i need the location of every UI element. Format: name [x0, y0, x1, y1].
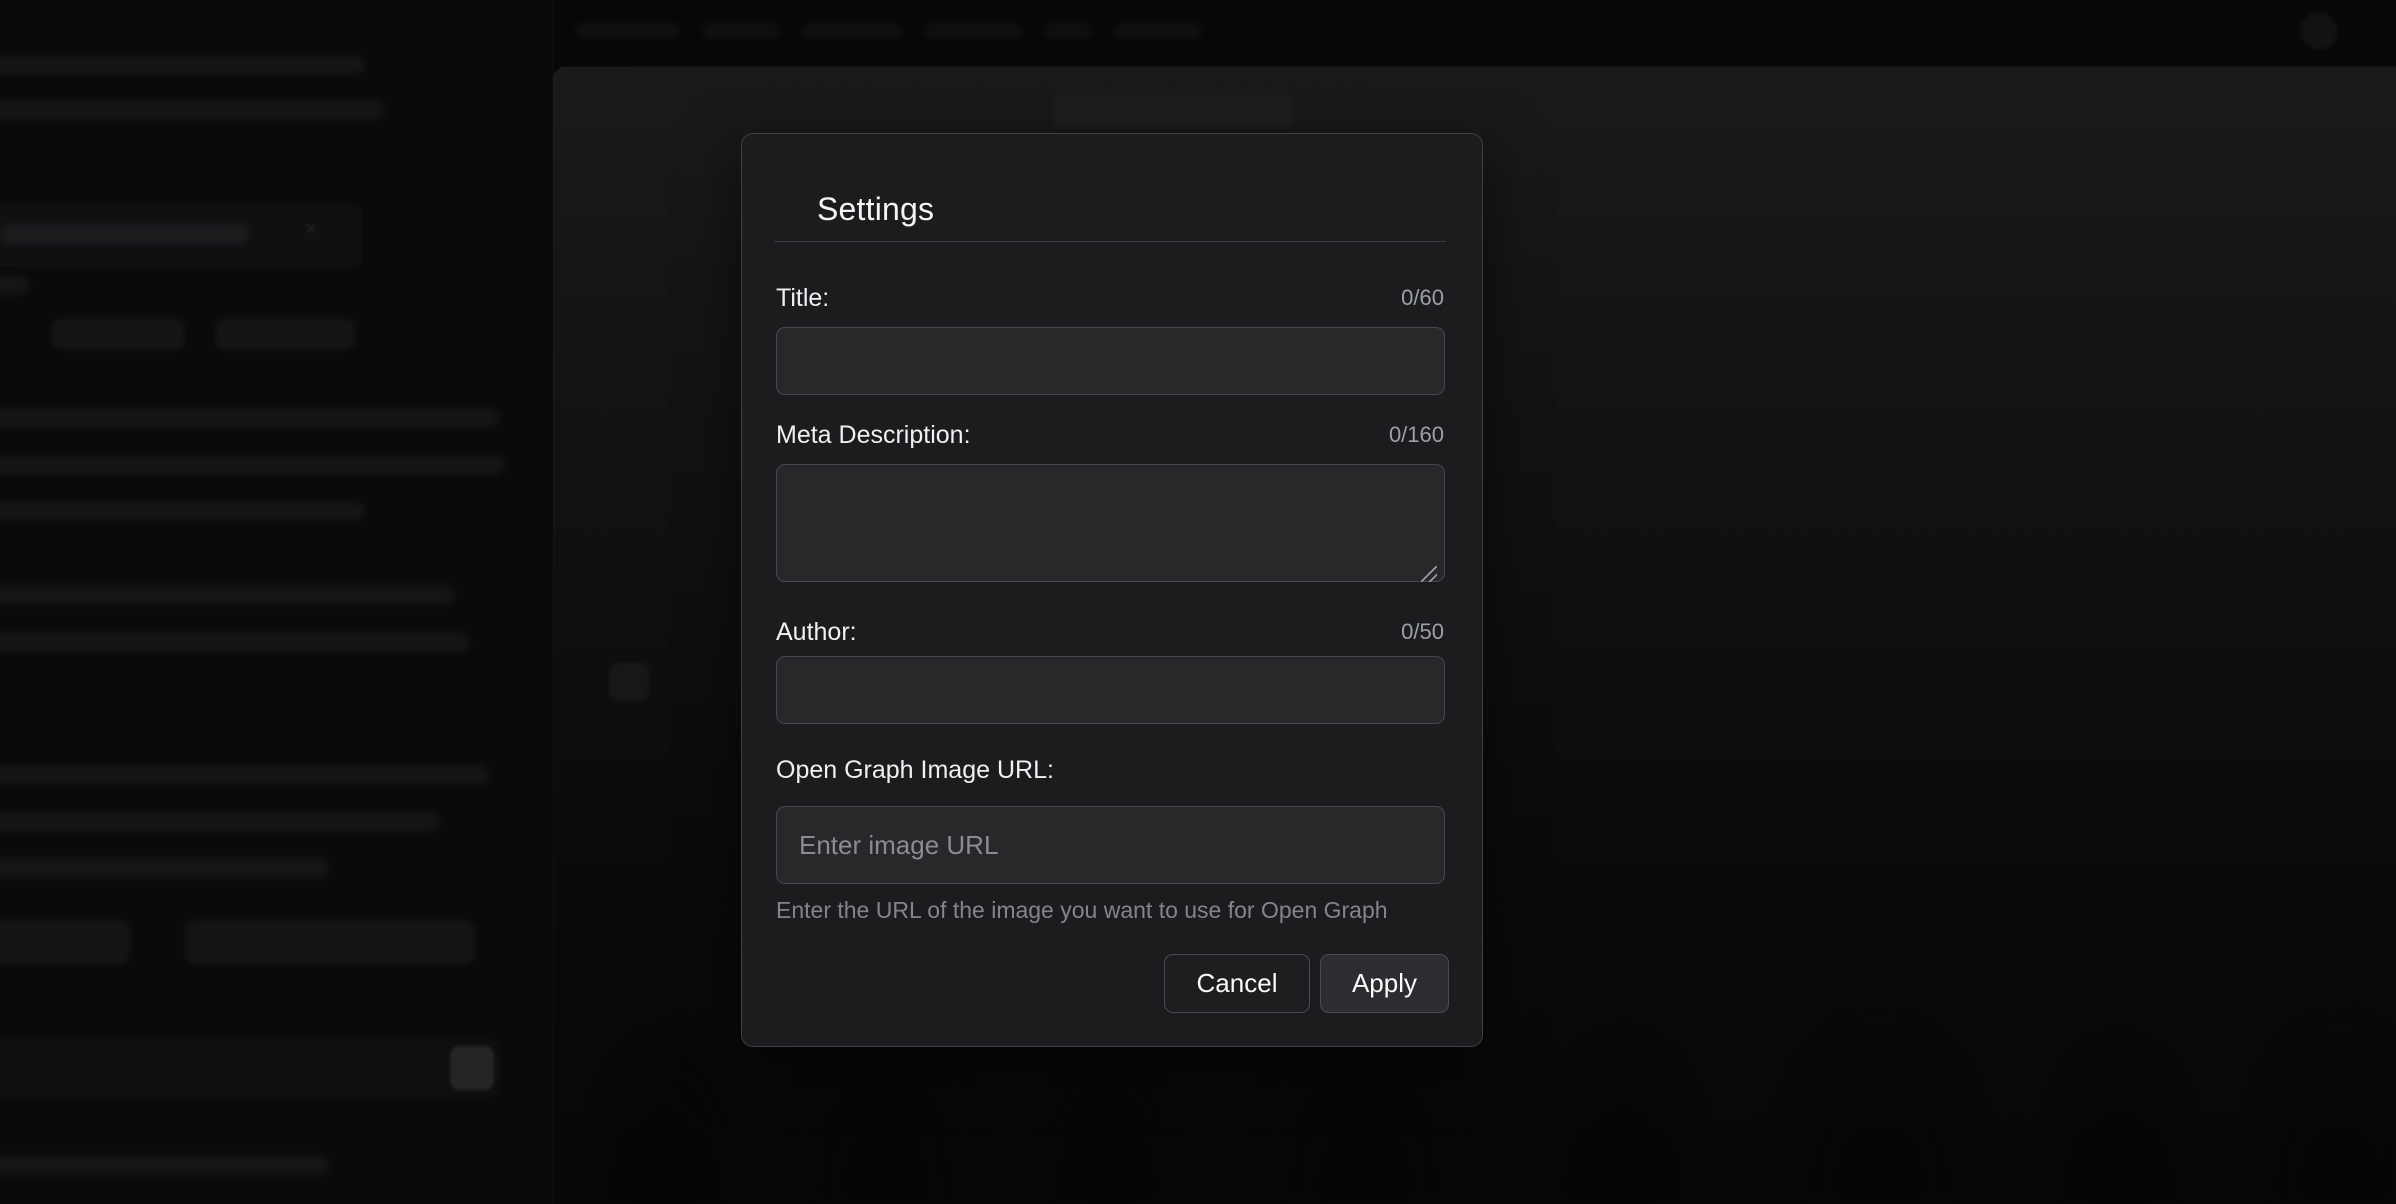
title-input[interactable]	[776, 327, 1445, 395]
title-label: Title:	[776, 284, 829, 313]
author-label: Author:	[776, 618, 857, 647]
apply-button[interactable]: Apply	[1320, 954, 1449, 1013]
title-counter: 0/60	[1401, 285, 1444, 311]
cancel-button[interactable]: Cancel	[1164, 954, 1310, 1013]
author-input[interactable]	[776, 656, 1445, 724]
og-image-url-label: Open Graph Image URL:	[776, 756, 1054, 785]
meta-description-textarea[interactable]	[776, 464, 1445, 582]
author-counter: 0/50	[1401, 619, 1444, 645]
meta-description-label: Meta Description:	[776, 421, 971, 450]
og-image-url-input[interactable]	[776, 806, 1445, 884]
dialog-title: Settings	[817, 191, 934, 228]
og-image-url-help: Enter the URL of the image you want to u…	[776, 897, 1452, 924]
settings-dialog: Settings Title: 0/60 Meta Description: 0…	[741, 133, 1483, 1047]
divider	[774, 241, 1446, 242]
meta-description-counter: 0/160	[1389, 422, 1444, 448]
